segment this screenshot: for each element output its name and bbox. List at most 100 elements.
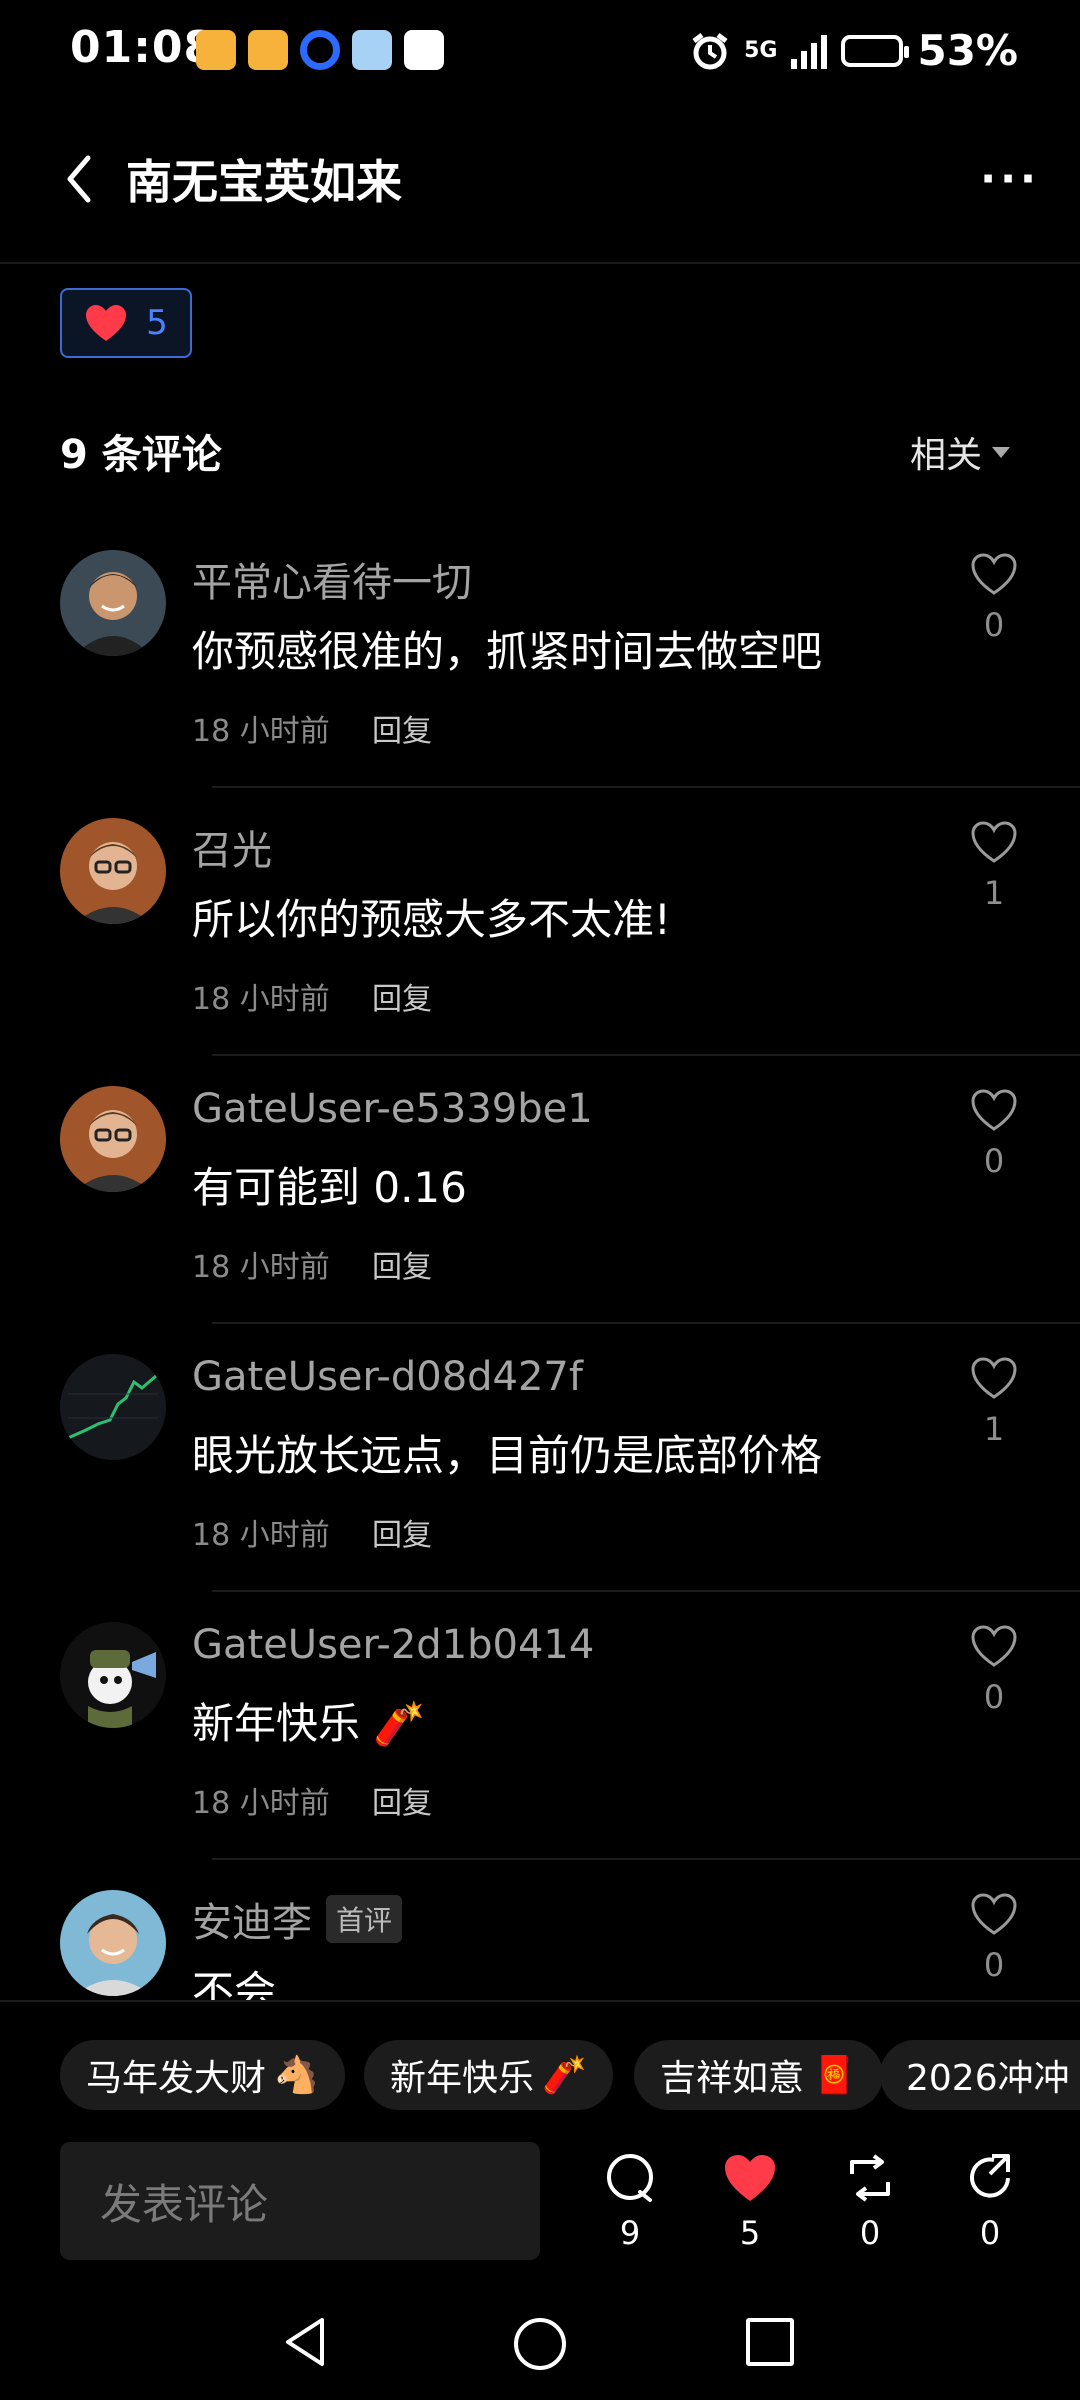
avatar[interactable] bbox=[60, 1622, 166, 1728]
comment-action-count: 9 bbox=[619, 2214, 641, 2252]
heart-outline-icon bbox=[971, 1089, 1017, 1131]
first-comment-badge: 首评 bbox=[326, 1895, 403, 1943]
comment-item: 召光 所以你的预感大多不太准! 18 小时前 回复 1 bbox=[0, 788, 1080, 1056]
red-envelope-emoji: 🧧 bbox=[812, 2055, 857, 2096]
repost-action-count: 0 bbox=[859, 2214, 881, 2252]
heart-outline-icon bbox=[971, 1625, 1017, 1667]
weibo-icon bbox=[196, 30, 236, 70]
comment-item: 平常心看待一切 你预感很准的，抓紧时间去做空吧 18 小时前 回复 0 bbox=[0, 520, 1080, 788]
network-type: 5G bbox=[744, 37, 778, 63]
notification-icons bbox=[196, 30, 444, 70]
more-options-icon[interactable]: ··· bbox=[980, 154, 1040, 203]
post-like-count: 5 bbox=[146, 303, 168, 343]
comment-item: 安迪李 首评 不会 0 bbox=[0, 1860, 1080, 2000]
comment-like-button[interactable]: 0 bbox=[968, 1088, 1020, 1180]
comment-item: GateUser-e5339be1 有可能到 0.16 18 小时前 回复 0 bbox=[0, 1056, 1080, 1324]
comment-author[interactable]: 安迪李 首评 bbox=[192, 1890, 403, 1948]
quick-tag[interactable]: 新年快乐 🧨 bbox=[364, 2040, 613, 2110]
comment-author[interactable]: GateUser-d08d427f bbox=[192, 1354, 583, 1400]
back-arrow-icon[interactable] bbox=[56, 144, 106, 214]
repost-icon bbox=[850, 2154, 890, 2202]
reply-button[interactable]: 回复 bbox=[372, 974, 432, 1018]
sort-label: 相关 bbox=[909, 435, 982, 476]
comment-list: 平常心看待一切 你预感很准的，抓紧时间去做空吧 18 小时前 回复 0 召光 所… bbox=[0, 520, 1080, 2000]
share-action-count: 0 bbox=[979, 2214, 1001, 2252]
comment-action-button[interactable]: 9 bbox=[590, 2152, 670, 2252]
comment-like-count: 0 bbox=[983, 1946, 1005, 1984]
heart-filled-icon bbox=[725, 2155, 775, 2201]
reply-button[interactable]: 回复 bbox=[372, 1242, 432, 1286]
comment-text: 眼光放长远点，目前仍是底部价格 bbox=[192, 1431, 823, 1480]
comment-text: 新年快乐 🧨 bbox=[192, 1699, 426, 1748]
heart-outline-icon bbox=[971, 553, 1017, 595]
comment-author[interactable]: GateUser-2d1b0414 bbox=[192, 1622, 594, 1668]
comment-like-count: 1 bbox=[983, 874, 1005, 912]
quick-tag[interactable]: 吉祥如意 🧧 bbox=[634, 2040, 883, 2110]
post-like-chip[interactable]: 5 bbox=[60, 288, 192, 358]
quick-tag[interactable]: 2026冲冲 bbox=[880, 2040, 1080, 2110]
reply-button[interactable]: 回复 bbox=[372, 1510, 432, 1554]
comment-author[interactable]: GateUser-e5339be1 bbox=[192, 1086, 593, 1132]
avatar[interactable] bbox=[60, 1354, 166, 1460]
comment-time: 18 小时前 bbox=[192, 1518, 330, 1553]
nav-back-icon[interactable] bbox=[280, 2314, 332, 2370]
heart-outline-icon bbox=[971, 1893, 1017, 1935]
battery-level: 53% bbox=[917, 26, 1018, 75]
status-bar: 01:08 5G 53% bbox=[0, 0, 1080, 104]
heart-outline-icon bbox=[971, 821, 1017, 863]
comment-like-button[interactable]: 1 bbox=[968, 1356, 1020, 1448]
reply-button[interactable]: 回复 bbox=[372, 1778, 432, 1822]
quick-reply-tags: 马年发大财 🐴 新年快乐 🧨 吉祥如意 🧧 2026冲冲 bbox=[0, 2000, 1080, 2162]
comment-author[interactable]: 平常心看待一切 bbox=[192, 550, 472, 608]
comment-text: 不会 bbox=[192, 1967, 277, 2000]
system-status: 5G 53% bbox=[690, 26, 1018, 75]
avatar[interactable] bbox=[60, 550, 166, 656]
comment-like-count: 0 bbox=[983, 1678, 1005, 1716]
comment-bubble-icon bbox=[607, 2154, 653, 2202]
comment-like-button[interactable]: 0 bbox=[968, 1624, 1020, 1716]
avatar[interactable] bbox=[60, 1086, 166, 1192]
avatar[interactable] bbox=[60, 1890, 166, 1996]
nav-recents-icon[interactable] bbox=[746, 2318, 794, 2366]
repost-action-button[interactable]: 0 bbox=[830, 2152, 910, 2252]
comment-time: 18 小时前 bbox=[192, 1250, 330, 1285]
signal-icon bbox=[791, 33, 828, 69]
like-action-button[interactable]: 5 bbox=[710, 2152, 790, 2252]
horse-emoji: 🐴 bbox=[274, 2055, 319, 2096]
comment-input[interactable]: 发表评论 bbox=[60, 2142, 540, 2260]
comment-like-button[interactable]: 0 bbox=[968, 1892, 1020, 1984]
firecracker-emoji: 🧨 bbox=[542, 2055, 587, 2096]
comment-item: GateUser-2d1b0414 新年快乐 🧨 18 小时前 回复 0 bbox=[0, 1592, 1080, 1860]
comment-time: 18 小时前 bbox=[192, 982, 330, 1017]
sort-dropdown[interactable]: 相关 bbox=[910, 426, 1010, 478]
comment-text: 你预感很准的，抓紧时间去做空吧 bbox=[192, 627, 823, 676]
quick-tag[interactable]: 马年发大财 🐴 bbox=[60, 2040, 345, 2110]
dropdown-arrow-icon bbox=[992, 446, 1010, 458]
reply-button[interactable]: 回复 bbox=[372, 706, 432, 750]
comment-like-count: 1 bbox=[983, 1410, 1005, 1448]
battery-icon bbox=[841, 34, 910, 67]
top-app-bar: 南无宝英如来 ··· bbox=[0, 104, 1080, 264]
comment-count-heading: 9 条评论 bbox=[60, 432, 222, 478]
share-icon bbox=[970, 2154, 1010, 2198]
page-title: 南无宝英如来 bbox=[126, 155, 402, 209]
comment-like-count: 0 bbox=[983, 1142, 1005, 1180]
system-nav-bar bbox=[0, 2300, 1080, 2400]
comment-text: 有可能到 0.16 bbox=[192, 1163, 467, 1212]
comment-item: GateUser-d08d427f 眼光放长远点，目前仍是底部价格 18 小时前… bbox=[0, 1324, 1080, 1592]
like-action-count: 5 bbox=[739, 2214, 761, 2252]
nav-home-icon[interactable] bbox=[514, 2318, 566, 2370]
comment-like-button[interactable]: 1 bbox=[968, 820, 1020, 912]
heart-outline-icon bbox=[971, 1357, 1017, 1399]
avatar[interactable] bbox=[60, 818, 166, 924]
comment-author[interactable]: 召光 bbox=[192, 818, 272, 876]
firecracker-emoji: 🧨 bbox=[373, 1699, 426, 1748]
status-time: 01:08 bbox=[70, 22, 216, 73]
heart-filled-icon bbox=[86, 305, 127, 341]
app-ring-icon bbox=[300, 30, 340, 70]
comment-text: 所以你的预感大多不太准! bbox=[192, 895, 671, 944]
share-action-button[interactable]: 0 bbox=[950, 2152, 1030, 2252]
comment-like-button[interactable]: 0 bbox=[968, 552, 1020, 644]
weather-icon bbox=[352, 30, 392, 70]
comment-time: 18 小时前 bbox=[192, 1786, 330, 1821]
